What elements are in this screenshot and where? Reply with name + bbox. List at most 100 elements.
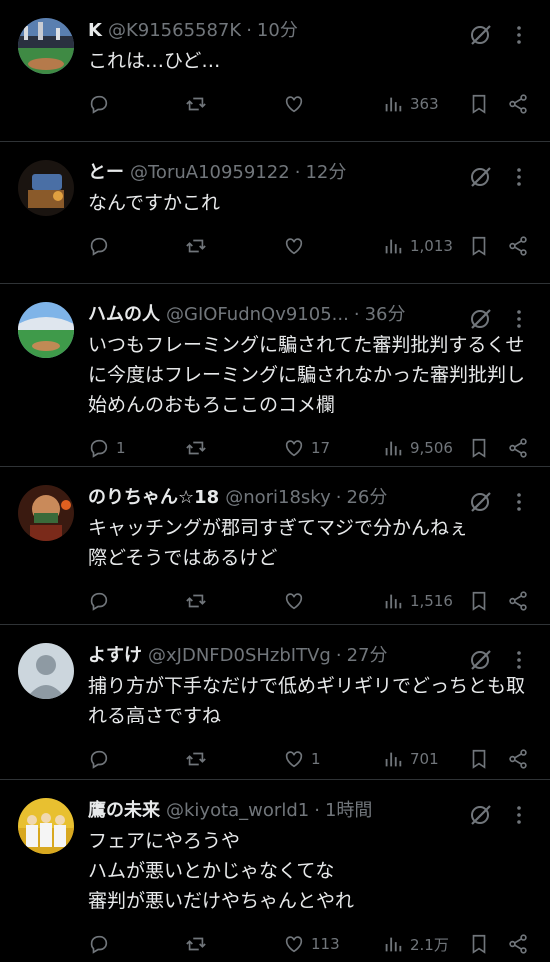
tweet-text: これは…ひど… — [88, 50, 221, 72]
views-button[interactable]: 701 — [382, 747, 439, 771]
avatar[interactable] — [18, 160, 74, 216]
timestamp[interactable]: 12分 — [305, 160, 346, 186]
handle[interactable]: @xJDNFD0SHzbITVg — [148, 643, 331, 669]
views-button[interactable]: 363 — [382, 92, 439, 116]
views-bar-chart-icon — [385, 937, 402, 952]
reply-button[interactable] — [88, 234, 116, 258]
display-name[interactable]: ハムの人 — [88, 302, 160, 328]
reply-icon — [90, 439, 108, 458]
reply-button[interactable] — [88, 932, 116, 956]
tweet[interactable]: 鷹の未来 @kiyota_world1 · 1時間 フェアにやろうや ハムが悪いとかじ… — [0, 780, 550, 962]
like-button[interactable] — [283, 589, 311, 613]
default-user-icon — [18, 643, 74, 699]
reply-button[interactable] — [88, 589, 116, 613]
share-button[interactable] — [507, 234, 529, 258]
retweet-button[interactable] — [185, 92, 213, 116]
display-name[interactable]: とー — [88, 160, 124, 186]
avatar[interactable] — [18, 302, 74, 358]
handle[interactable]: @nori18sky — [225, 485, 331, 511]
like-button[interactable]: 113 — [283, 932, 340, 956]
share-icon — [509, 236, 527, 256]
more-options-icon[interactable] — [506, 489, 532, 515]
grok-icon[interactable] — [468, 164, 494, 190]
tweet[interactable]: とー @ToruA10959122 · 12分 なんですかこれ 1,013 — [0, 142, 550, 284]
timestamp[interactable]: 27分 — [347, 643, 388, 669]
share-icon — [509, 94, 527, 114]
avatar[interactable] — [18, 798, 74, 854]
share-icon — [509, 591, 527, 611]
like-button[interactable] — [283, 92, 311, 116]
retweet-button[interactable] — [185, 747, 213, 771]
retweet-button[interactable] — [185, 589, 213, 613]
views-button[interactable]: 1,516 — [382, 589, 453, 613]
bookmark-button[interactable] — [468, 932, 490, 956]
reply-icon — [90, 95, 108, 114]
views-button[interactable]: 9,506 — [382, 436, 453, 460]
grok-icon[interactable] — [468, 306, 494, 332]
retweet-button[interactable] — [185, 932, 213, 956]
tweet[interactable]: K @K91565587K · 10分 これは…ひど… 363 — [0, 0, 550, 142]
share-icon — [509, 934, 527, 954]
bookmark-button[interactable] — [468, 589, 490, 613]
view-count: 363 — [410, 95, 439, 113]
avatar[interactable] — [18, 643, 74, 699]
more-options-icon[interactable] — [506, 802, 532, 828]
timestamp[interactable]: 26分 — [346, 485, 387, 511]
handle[interactable]: @kiyota_world1 — [166, 798, 309, 824]
share-button[interactable] — [507, 436, 529, 460]
retweet-icon — [186, 441, 206, 455]
display-name[interactable]: K — [88, 18, 102, 44]
more-options-icon[interactable] — [506, 22, 532, 48]
more-options-icon[interactable] — [506, 306, 532, 332]
like-button[interactable]: 1 — [283, 747, 321, 771]
action-bar: 1,013 — [88, 234, 534, 258]
reply-count: 1 — [116, 439, 126, 457]
like-button[interactable]: 17 — [283, 436, 330, 460]
reply-button[interactable]: 1 — [88, 436, 126, 460]
tweet[interactable]: よすけ @xJDNFD0SHzbITVg · 27分 捕り方が下手なだけで低めギリギリ… — [0, 625, 550, 780]
share-button[interactable] — [507, 589, 529, 613]
reply-button[interactable] — [88, 92, 116, 116]
handle[interactable]: @ToruA10959122 — [130, 160, 290, 186]
views-button[interactable]: 2.1万 — [382, 932, 449, 956]
tweet[interactable]: ハムの人 @GIOFudnQv9105... · 36分 いつもフレーミングに騙されて… — [0, 284, 550, 467]
bookmark-icon — [472, 236, 486, 256]
bookmark-icon — [472, 749, 486, 769]
bookmark-button[interactable] — [468, 747, 490, 771]
bookmark-button[interactable] — [468, 234, 490, 258]
grok-icon[interactable] — [468, 802, 494, 828]
display-name[interactable]: 鷹の未来 — [88, 798, 160, 824]
bookmark-button[interactable] — [468, 436, 490, 460]
more-options-icon[interactable] — [506, 647, 532, 673]
avatar[interactable] — [18, 18, 74, 74]
reply-icon — [90, 935, 108, 954]
handle[interactable]: @GIOFudnQv9105... — [166, 302, 349, 328]
action-bar: 113 2.1万 — [88, 932, 534, 956]
share-button[interactable] — [507, 747, 529, 771]
stadium-day-icon — [18, 302, 74, 358]
avatar[interactable] — [18, 485, 74, 541]
retweet-button[interactable] — [185, 436, 213, 460]
bookmark-button[interactable] — [468, 92, 490, 116]
views-button[interactable]: 1,013 — [382, 234, 453, 258]
timestamp[interactable]: 1時間 — [325, 798, 372, 824]
more-options-icon[interactable] — [506, 164, 532, 190]
grok-icon[interactable] — [468, 647, 494, 673]
display-name[interactable]: よすけ — [88, 643, 142, 669]
share-icon — [509, 438, 527, 458]
tweet-text: キャッチングが郡司すぎてマジで分かんねぇ 際どそうではあるけど — [88, 517, 469, 569]
reply-button[interactable] — [88, 747, 116, 771]
share-button[interactable] — [507, 932, 529, 956]
handle[interactable]: @K91565587K — [108, 18, 241, 44]
grok-icon[interactable] — [468, 489, 494, 515]
like-button[interactable] — [283, 234, 311, 258]
tweet[interactable]: のりちゃん☆18 @nori18sky · 26分 キャッチングが郡司すぎてマジで分か… — [0, 467, 550, 625]
timestamp[interactable]: 10分 — [257, 18, 298, 44]
grok-icon[interactable] — [468, 22, 494, 48]
share-button[interactable] — [507, 92, 529, 116]
display-name[interactable]: のりちゃん☆18 — [88, 485, 219, 511]
retweet-button[interactable] — [185, 234, 213, 258]
retweet-icon — [186, 97, 206, 111]
timestamp[interactable]: 36分 — [365, 302, 406, 328]
like-count: 17 — [311, 439, 331, 457]
